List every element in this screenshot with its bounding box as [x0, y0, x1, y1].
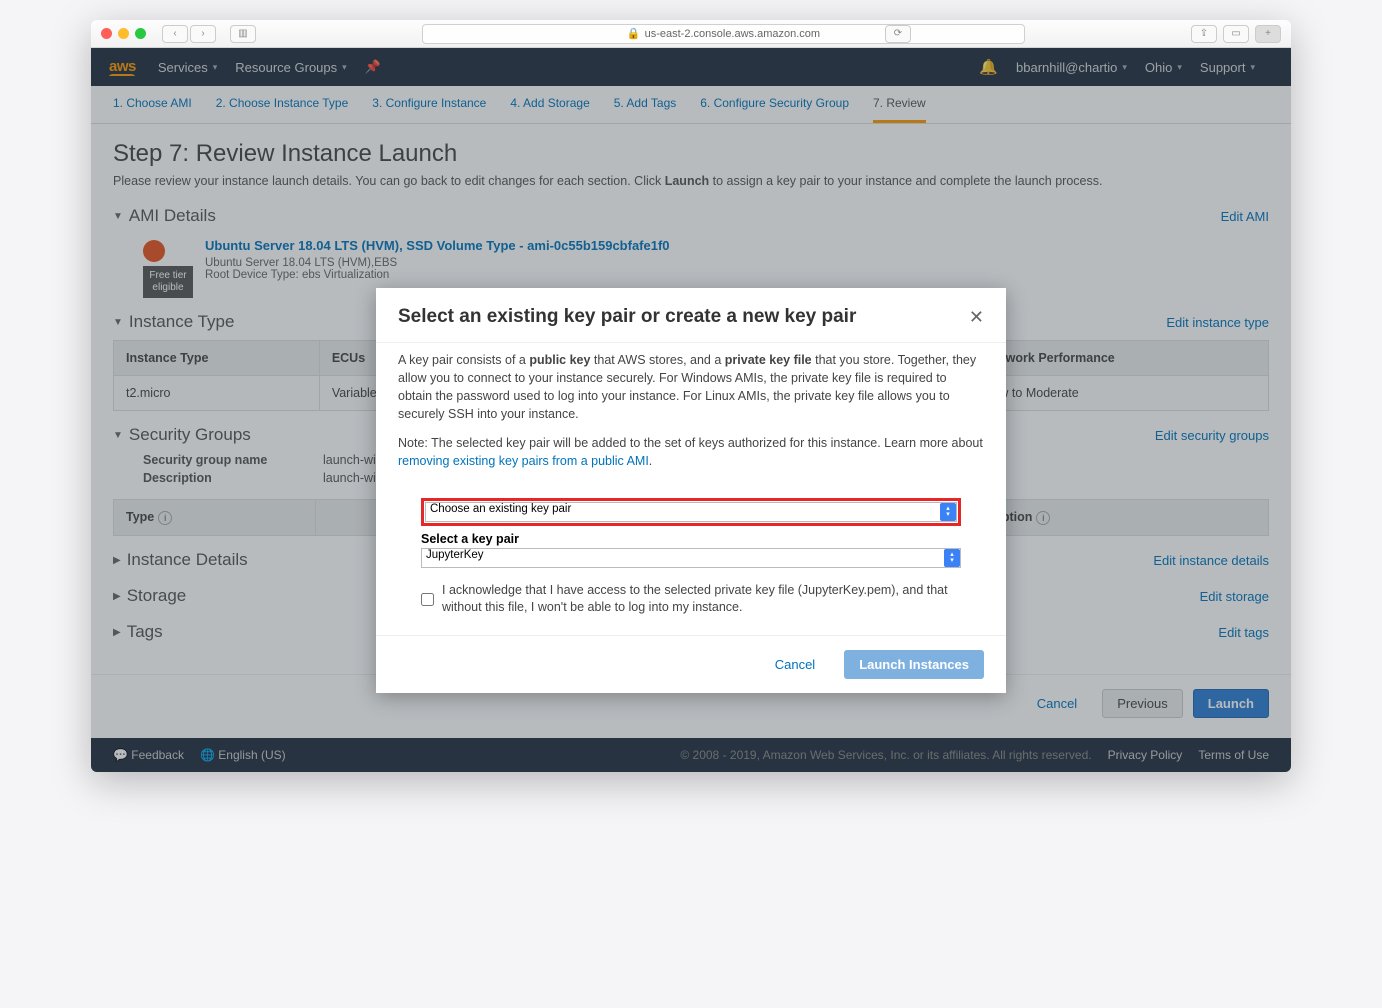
- back-button[interactable]: ‹: [162, 25, 188, 43]
- close-icon[interactable]: ✕: [969, 307, 984, 328]
- key-pair-mode-value: Choose an existing key pair: [430, 503, 571, 515]
- modal-paragraph-2: Note: The selected key pair will be adde…: [398, 434, 984, 470]
- share-button[interactable]: ⇪: [1191, 25, 1217, 43]
- key-pair-mode-select[interactable]: Choose an existing key pair: [425, 502, 957, 522]
- acknowledge-text: I acknowledge that I have access to the …: [442, 582, 961, 617]
- key-pair-modal: Select an existing key pair or create a …: [376, 288, 1006, 693]
- select-key-pair-label: Select a key pair: [421, 532, 961, 546]
- sidebar-button[interactable]: ▥: [230, 25, 256, 43]
- chevron-updown-icon: [944, 549, 960, 567]
- lock-icon: 🔒: [627, 27, 641, 40]
- chevron-updown-icon: [940, 503, 956, 521]
- key-pair-select[interactable]: JupyterKey: [421, 548, 961, 568]
- address-bar[interactable]: 🔒 us-east-2.console.aws.amazon.com: [422, 24, 1025, 44]
- close-window-button[interactable]: [101, 28, 112, 39]
- modal-paragraph-1: A key pair consists of a public key that…: [398, 351, 984, 424]
- modal-cancel-button[interactable]: Cancel: [760, 650, 830, 679]
- zoom-window-button[interactable]: [135, 28, 146, 39]
- new-tab-button[interactable]: +: [1255, 25, 1281, 43]
- url-text: us-east-2.console.aws.amazon.com: [645, 28, 820, 40]
- acknowledge-checkbox[interactable]: [421, 582, 434, 617]
- key-pair-value: JupyterKey: [426, 549, 484, 561]
- launch-instances-button[interactable]: Launch Instances: [844, 650, 984, 679]
- remove-keypair-link[interactable]: removing existing key pairs from a publi…: [398, 454, 649, 468]
- browser-titlebar: ‹ › ▥ 🔒 us-east-2.console.aws.amazon.com…: [91, 20, 1291, 48]
- modal-title: Select an existing key pair or create a …: [398, 306, 856, 328]
- forward-button[interactable]: ›: [190, 25, 216, 43]
- tabs-button[interactable]: ▭: [1223, 25, 1249, 43]
- reload-button[interactable]: ⟳: [885, 25, 911, 43]
- minimize-window-button[interactable]: [118, 28, 129, 39]
